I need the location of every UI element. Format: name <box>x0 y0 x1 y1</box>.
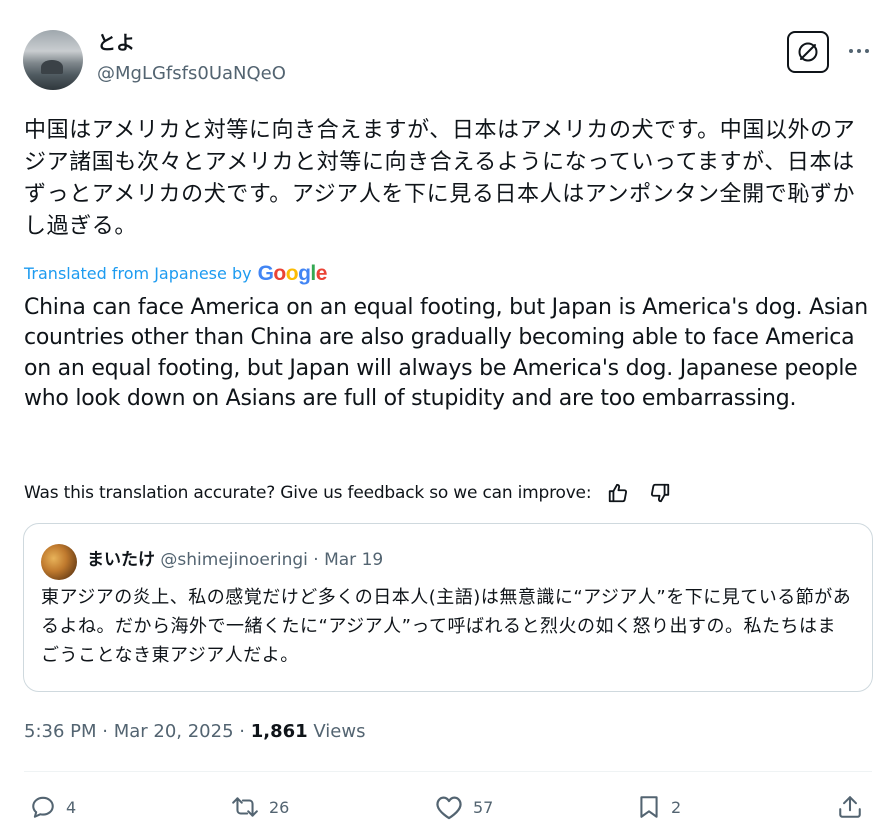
translation-attribution[interactable]: Translated from Japanese by Google <box>24 262 327 286</box>
avatar-image-detail <box>41 60 63 74</box>
quoted-header: まいたけ @shimejinoeringi · Mar 19 <box>87 548 383 572</box>
feedback-prompt: Was this translation accurate? Give us f… <box>24 483 592 503</box>
post-timestamp[interactable]: 5:36 PM · Mar 20, 2025 · <box>24 721 251 742</box>
translated-from-label: Translated from Japanese by <box>24 264 252 283</box>
quoted-author-avatar <box>41 544 77 580</box>
thumbs-down-button[interactable] <box>647 480 673 506</box>
author-avatar[interactable] <box>23 30 83 90</box>
repost-icon <box>232 797 258 817</box>
repost-count: 26 <box>269 797 290 817</box>
repost-button[interactable]: 26 <box>231 794 289 820</box>
like-count: 57 <box>473 797 494 817</box>
share-icon <box>839 796 861 818</box>
more-options-button[interactable] <box>846 38 872 64</box>
reply-button[interactable]: 4 <box>30 794 76 820</box>
reply-icon <box>32 796 54 818</box>
divider <box>24 771 872 772</box>
post-metadata: 5:36 PM · Mar 20, 2025 · 1,861 Views <box>24 720 365 744</box>
google-logo: Google <box>257 262 328 285</box>
quoted-date: · Mar 19 <box>307 550 384 570</box>
post-text-original: 中国はアメリカと対等に向き合えますが、日本はアメリカの犬です。中国以外のアジア諸… <box>24 118 856 239</box>
grok-icon <box>798 42 818 62</box>
author-name[interactable]: とよ <box>97 31 135 55</box>
bookmark-button[interactable]: 2 <box>637 794 681 820</box>
bookmark-icon <box>640 796 658 818</box>
quoted-text: 東アジアの炎上、私の感覚だけど多くの日本人(主語)は無意識に“アジア人”を下に見… <box>41 587 852 666</box>
bookmark-count: 2 <box>671 797 682 817</box>
author-handle[interactable]: @MgLGfsfs0UaNQeO <box>97 62 286 86</box>
translation-feedback: Was this translation accurate? Give us f… <box>24 480 673 506</box>
thumbs-up-icon <box>609 483 628 503</box>
quoted-author-name: まいたけ <box>87 550 155 570</box>
reply-count: 4 <box>66 797 77 817</box>
thumbs-up-button[interactable] <box>605 480 631 506</box>
more-icon <box>849 49 869 53</box>
share-button[interactable] <box>837 794 863 820</box>
quoted-post[interactable]: まいたけ @shimejinoeringi · Mar 19 東アジアの炎上、私… <box>23 523 873 692</box>
post-text-translated: China can face America on an equal footi… <box>24 295 868 412</box>
thumbs-down-icon <box>651 483 670 503</box>
views-count: 1,861 <box>250 721 308 742</box>
views-label: Views <box>307 721 366 742</box>
like-icon <box>436 796 462 820</box>
quoted-author-handle: @shimejinoeringi <box>160 550 308 570</box>
grok-button[interactable] <box>787 31 829 73</box>
like-button[interactable]: 57 <box>435 794 493 820</box>
